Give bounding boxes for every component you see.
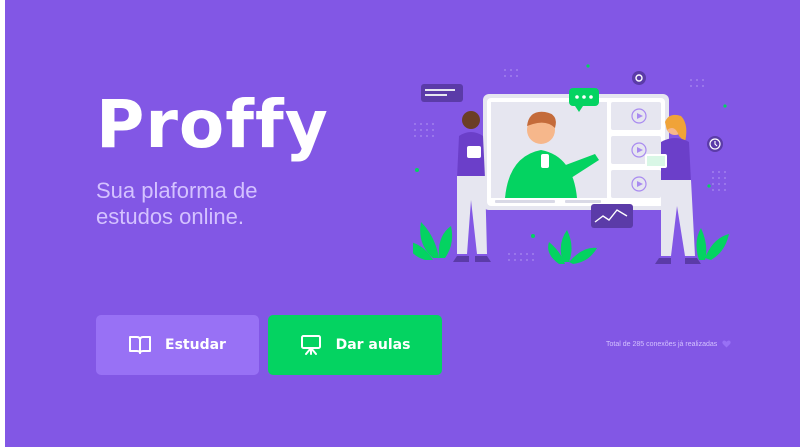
brand-tagline: Sua plaforma de estudos online. bbox=[96, 178, 326, 230]
connections-counter: Total de 285 conexões já realizadas bbox=[606, 340, 731, 348]
study-button[interactable]: Estudar bbox=[96, 315, 259, 375]
hero-illustration bbox=[413, 64, 729, 264]
landing-page: Proffy Sua plaforma de estudos online. E… bbox=[5, 0, 800, 447]
brand-logo: Proffy bbox=[96, 86, 329, 163]
tagline-line-2: estudos online. bbox=[96, 204, 244, 229]
heart-icon bbox=[722, 340, 731, 348]
book-open-icon bbox=[129, 336, 152, 354]
presentation-board-icon bbox=[300, 335, 321, 355]
study-button-label: Estudar bbox=[165, 337, 226, 353]
teach-button[interactable]: Dar aulas bbox=[268, 315, 442, 375]
tagline-line-1: Sua plaforma de bbox=[96, 178, 258, 203]
connections-text: Total de 285 conexões já realizadas bbox=[606, 340, 718, 348]
teach-button-label: Dar aulas bbox=[335, 337, 411, 353]
